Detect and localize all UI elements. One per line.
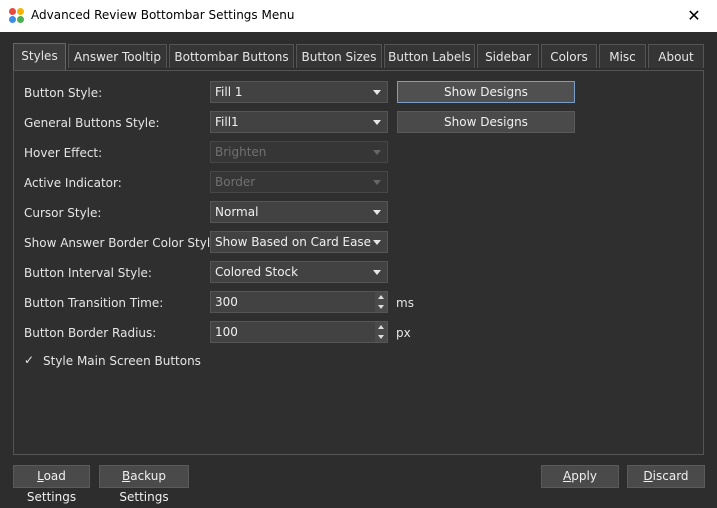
tab-bottombar-buttons[interactable]: Bottombar Buttons <box>169 44 294 68</box>
show-designs-button[interactable]: Show Designs <box>397 81 575 103</box>
spin-up-icon[interactable] <box>375 322 387 332</box>
button-transition-time-label: Button Transition Time: <box>24 296 164 310</box>
cursor-style-value: Normal <box>215 205 259 219</box>
apply-button[interactable]: Apply <box>541 465 619 488</box>
button-transition-time-input[interactable]: 300 <box>210 291 388 313</box>
hover-effect-label: Hover Effect: <box>24 146 103 160</box>
spin-down-icon[interactable] <box>375 302 387 312</box>
chevron-down-icon <box>373 240 381 245</box>
mnemonic: D <box>643 469 653 483</box>
answer-border-color-style-select[interactable]: Show Based on Card Ease <box>210 231 388 253</box>
active-indicator-label: Active Indicator: <box>24 176 122 190</box>
chevron-down-icon <box>373 90 381 95</box>
title-bar: Advanced Review Bottombar Settings Menu … <box>0 0 717 32</box>
chevron-down-icon <box>373 210 381 215</box>
close-button[interactable]: ✕ <box>671 0 717 32</box>
backup-settings-button[interactable]: Backup Settings <box>99 465 189 504</box>
button-style-label: Button Style: <box>24 86 103 100</box>
tab-about[interactable]: About <box>648 44 704 68</box>
show-general-designs-button[interactable]: Show Designs <box>397 111 575 133</box>
tab-sidebar[interactable]: Sidebar <box>477 44 539 68</box>
general-buttons-style-select[interactable]: Fill1 <box>210 111 388 133</box>
hover-effect-select: Brighten <box>210 141 388 163</box>
transition-unit-label: ms <box>396 296 414 310</box>
tab-answer-tooltip[interactable]: Answer Tooltip <box>68 44 167 68</box>
button-style-select[interactable]: Fill 1 <box>210 81 388 103</box>
general-buttons-style-label: General Buttons Style: <box>24 116 160 130</box>
tab-styles[interactable]: Styles <box>13 43 66 70</box>
tab-button-labels[interactable]: Button Labels <box>384 44 475 68</box>
discard-button[interactable]: Discard <box>627 465 705 488</box>
spin-up-icon[interactable] <box>375 292 387 302</box>
tab-button-sizes[interactable]: Button Sizes <box>296 44 382 68</box>
style-main-screen-buttons-label: Style Main Screen Buttons <box>43 354 201 368</box>
button-interval-style-value: Colored Stock <box>215 265 299 279</box>
chevron-down-icon <box>373 120 381 125</box>
button-border-radius-label: Button Border Radius: <box>24 326 157 340</box>
button-label: iscard <box>652 469 689 483</box>
spin-down-icon[interactable] <box>375 332 387 342</box>
cursor-style-label: Cursor Style: <box>24 206 102 220</box>
answer-border-color-style-value: Show Based on Card Ease <box>215 235 372 249</box>
chevron-down-icon <box>373 150 381 155</box>
chevron-down-icon <box>373 270 381 275</box>
hover-effect-value: Brighten <box>215 145 267 159</box>
mnemonic: B <box>122 469 131 483</box>
general-buttons-style-value: Fill1 <box>215 115 239 129</box>
checkmark-icon[interactable]: ✓ <box>24 354 37 367</box>
button-interval-style-label: Button Interval Style: <box>24 266 152 280</box>
close-icon: ✕ <box>687 6 701 25</box>
load-settings-button[interactable]: Load Settings <box>13 465 90 504</box>
active-indicator-value: Border <box>215 175 256 189</box>
button-border-radius-value: 100 <box>215 325 238 339</box>
button-border-radius-input[interactable]: 100 <box>210 321 388 343</box>
button-interval-style-select[interactable]: Colored Stock <box>210 261 388 283</box>
radius-unit-label: px <box>396 326 411 340</box>
tab-colors[interactable]: Colors <box>541 44 597 68</box>
tab-misc[interactable]: Misc <box>599 44 646 68</box>
button-label: pply <box>571 469 597 483</box>
app-logo-icon <box>9 8 25 24</box>
cursor-style-select[interactable]: Normal <box>210 201 388 223</box>
chevron-down-icon <box>373 180 381 185</box>
answer-border-color-style-label: Show Answer Border Color Style: <box>24 236 222 250</box>
active-indicator-select: Border <box>210 171 388 193</box>
button-label: oad Settings <box>26 469 77 504</box>
button-style-value: Fill 1 <box>215 85 243 99</box>
button-transition-time-value: 300 <box>215 295 238 309</box>
window-title: Advanced Review Bottombar Settings Menu <box>31 8 295 22</box>
